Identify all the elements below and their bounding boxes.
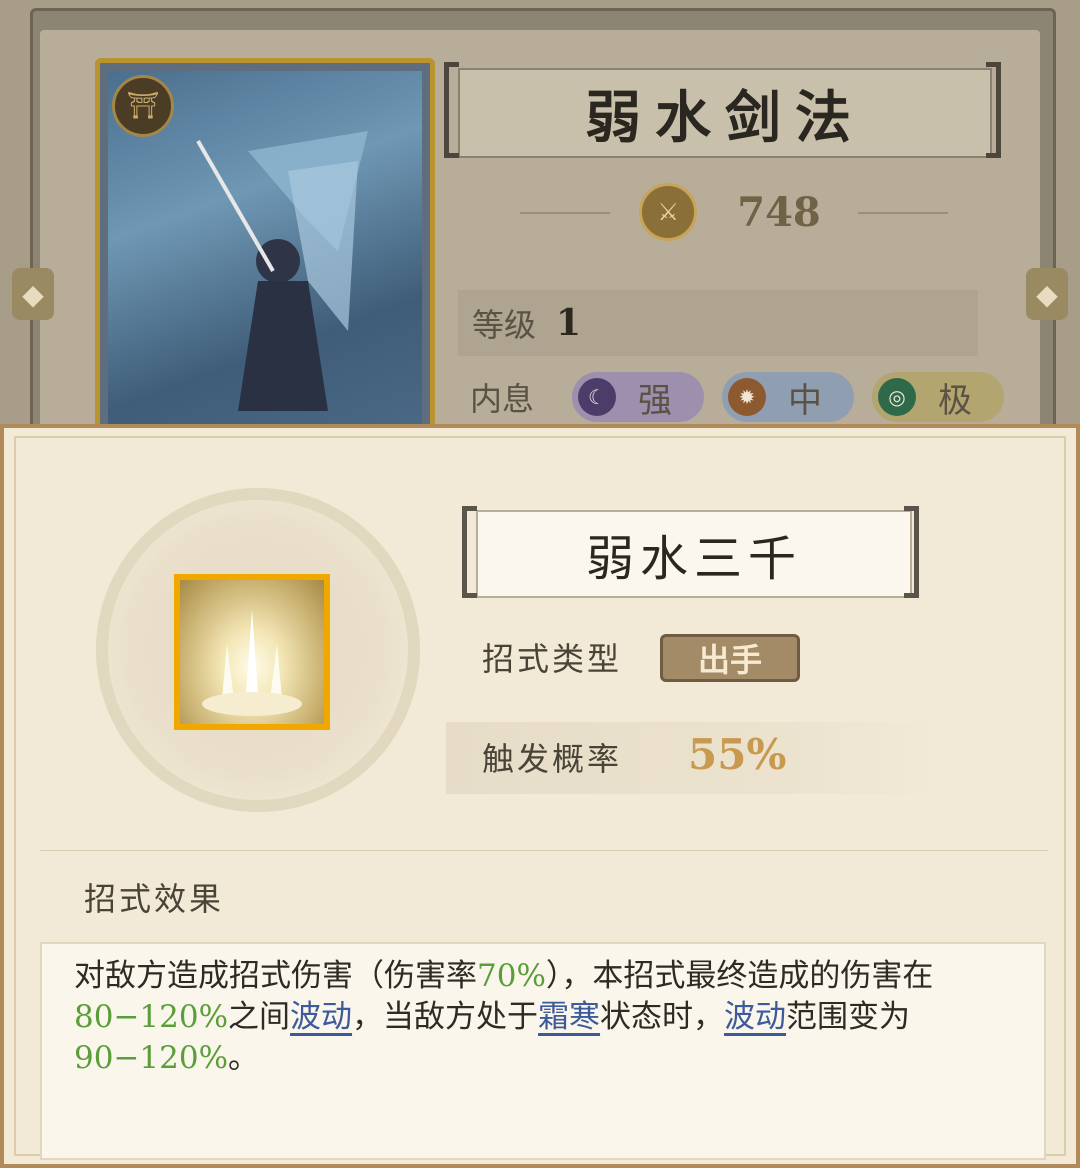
move-icon-frame: [174, 574, 330, 730]
martial-art-card: ⛩: [95, 58, 435, 448]
swordsman-figure-icon: [196, 131, 368, 411]
neixi-strong-pill[interactable]: ☾ 强: [572, 372, 705, 422]
moon-icon: ☾: [578, 378, 617, 416]
effect-text-7: 。: [228, 1040, 260, 1076]
power-row: ⚔ 748: [520, 180, 940, 244]
level-label: 等级: [472, 306, 537, 344]
neixi-mid-pill[interactable]: ✹ 中: [722, 372, 855, 422]
sun-icon: ✹: [728, 378, 767, 416]
background-skill-title-box: 弱水剑法: [458, 68, 992, 158]
frost-status-link[interactable]: 霜寒: [538, 999, 600, 1035]
neixi-ultra-label: 极: [938, 380, 973, 421]
neixi-ultra-pill[interactable]: ◎ 极: [872, 372, 1005, 422]
trigger-rate-label: 触发概率: [482, 740, 623, 778]
card-emblem-icon: ⛩: [112, 75, 174, 137]
level-row: 等级 1: [458, 290, 978, 356]
neixi-row: 内息 ☾ 强 ✹ 中 ◎ 极: [470, 372, 1005, 422]
trigger-rate-value: 55%: [688, 730, 787, 779]
move-type-label: 招式类型: [482, 640, 623, 678]
section-divider: [40, 850, 1048, 851]
prev-arrow-icon[interactable]: ◆: [12, 268, 54, 320]
sword-power-icon: ⚔: [639, 183, 698, 241]
title-bracket-right: [986, 62, 1001, 158]
power-value: 748: [737, 188, 821, 236]
effect-text-6: 范围变为: [786, 999, 911, 1035]
move-name-box: 弱水三千: [476, 510, 912, 598]
neixi-mid-label: 中: [788, 380, 823, 421]
effect-text-4: ，当敌方处于: [352, 999, 539, 1035]
damage-range-value: 80−120%: [74, 999, 229, 1035]
level-value: 1: [556, 302, 582, 344]
name-bracket-right: [904, 506, 919, 598]
move-type-badge: 出手: [660, 634, 800, 682]
effect-text-5: 状态时，: [600, 999, 725, 1035]
next-arrow-icon[interactable]: ◆: [1026, 268, 1068, 320]
move-detail-popup: 弱水三千 招式类型 出手 触发概率 55% 招式效果 对敌方造成招式伤害（伤害率…: [0, 424, 1080, 1168]
neixi-strong-label: 强: [638, 380, 673, 421]
effect-title: 招式效果: [84, 880, 225, 918]
neixi-label: 内息: [470, 380, 535, 418]
name-bracket-left: [462, 506, 477, 598]
damage-rate-value: 70%: [477, 958, 546, 994]
effect-text-3: 之间: [228, 999, 291, 1035]
move-name: 弱水三千: [585, 531, 802, 587]
fluctuation-link-2[interactable]: 波动: [724, 999, 786, 1035]
frost-damage-range-value: 90−120%: [74, 1040, 229, 1076]
fluctuation-link[interactable]: 波动: [290, 999, 352, 1035]
water-splash-icon: [180, 580, 324, 724]
effect-description: 对敌方造成招式伤害（伤害率70%），本招式最终造成的伤害在80−120%之间波动…: [74, 956, 1014, 1079]
title-bracket-left: [444, 62, 459, 158]
jade-ring-icon: ◎: [878, 378, 917, 416]
background-skill-title: 弱水剑法: [585, 84, 865, 151]
effect-text-1: 对敌方造成招式伤害（伤害率: [74, 958, 477, 994]
effect-text-2: ），本招式最终造成的伤害在: [545, 958, 934, 994]
